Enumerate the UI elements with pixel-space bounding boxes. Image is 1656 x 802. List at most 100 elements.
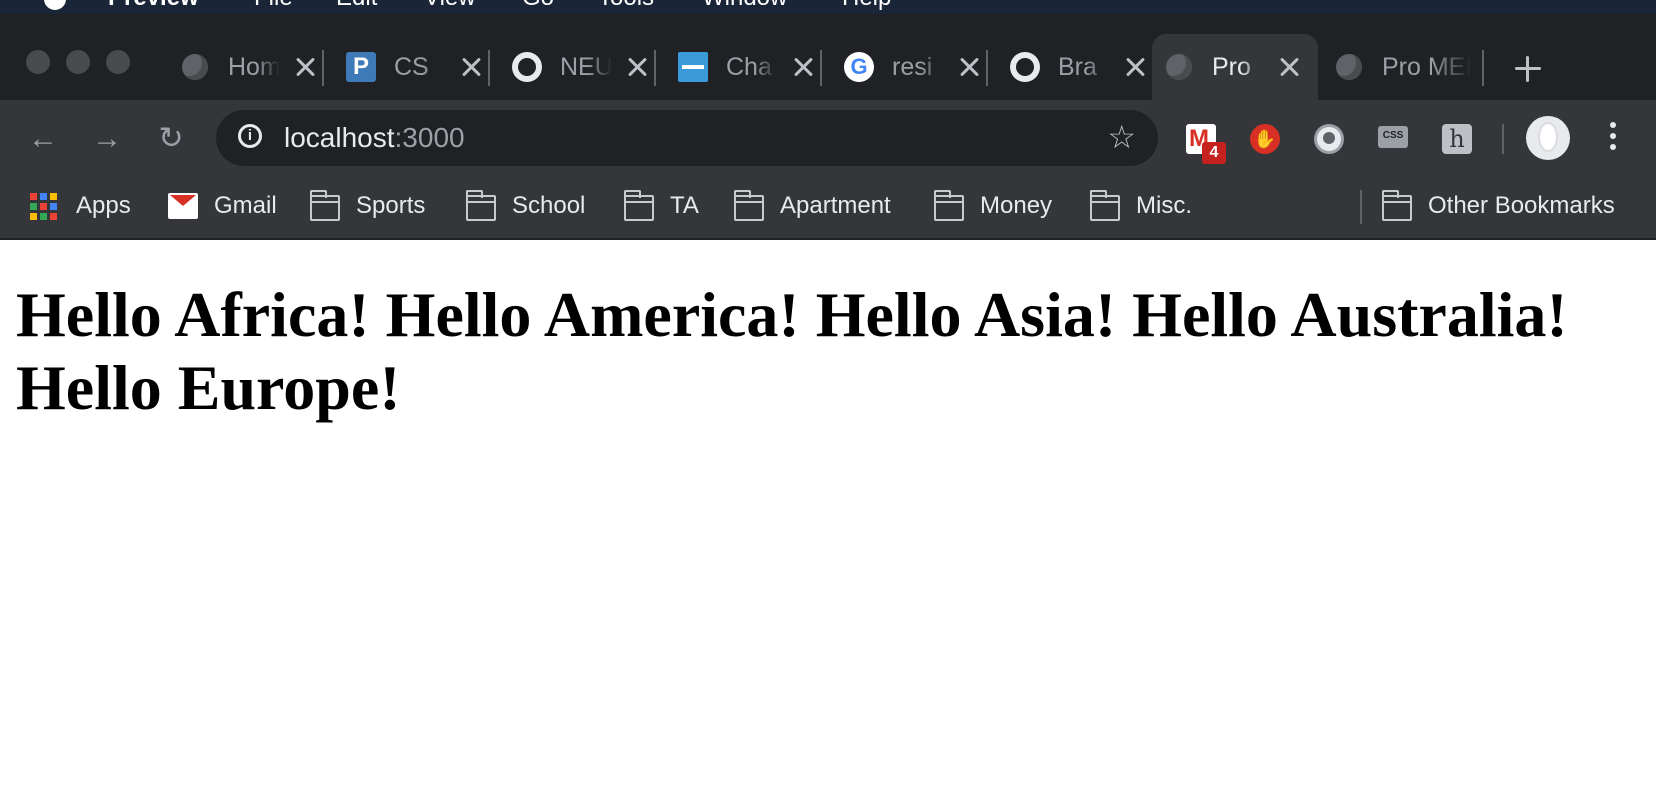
bookmark-label: Misc. [1136,192,1192,219]
bookmarks-bar: Apps Gmail Sports School TA Apartment Mo… [0,176,1656,240]
circle-extension-icon[interactable] [1314,124,1344,154]
profile-avatar[interactable] [1526,116,1570,160]
gmail-unread-badge: 4 [1202,142,1226,164]
bookmark-label: Gmail [214,192,277,219]
forward-arrow-icon[interactable]: → [90,122,124,156]
gmail-icon [168,193,198,219]
bookmark-folder-sports[interactable]: Sports [310,190,425,222]
minimize-window-button[interactable] [66,50,90,74]
zoom-window-button[interactable] [106,50,130,74]
tab-divider [654,50,656,86]
menu-file[interactable]: File [254,0,293,10]
bookmark-label: Apartment [780,192,891,219]
github-icon [1010,52,1040,82]
folder-icon [1090,190,1120,221]
tab-title: Home [228,52,280,81]
tab-close-icon[interactable] [460,56,482,78]
tab-close-icon[interactable] [1278,56,1300,78]
tab-charles[interactable]: Cha [666,34,832,100]
bookmark-folder-apartment[interactable]: Apartment [734,190,891,222]
globe-icon [1334,52,1364,82]
tab-pro-mei[interactable]: Pro MEI [1322,34,1488,100]
bookmark-gmail[interactable]: Gmail [168,190,277,222]
bookmark-other-bookmarks[interactable]: Other Bookmarks [1382,190,1615,222]
globe-icon [180,52,210,82]
bookmark-folder-school[interactable]: School [466,190,585,222]
menu-view[interactable]: View [424,0,476,10]
tab-close-icon[interactable] [792,56,814,78]
folder-icon [624,190,654,221]
tab-home[interactable]: Home [168,34,334,100]
folder-icon [734,190,764,221]
tab-bra[interactable]: Bra [998,34,1164,100]
tab-resi[interactable]: G resi [832,34,998,100]
tab-cs[interactable]: P CS [334,34,500,100]
tab-strip: Home P CS NEU Cha G resi [0,14,1656,100]
tab-title: Bra [1058,52,1097,81]
tab-pro-active[interactable]: Pro [1152,34,1318,100]
tab-close-icon[interactable] [294,56,316,78]
menu-go[interactable]: Go [522,0,554,10]
globe-icon [1164,52,1194,82]
piazza-icon: P [346,52,376,82]
toolbar-divider [1502,124,1504,154]
tab-title: Cha [726,52,772,81]
new-tab-plus-icon[interactable] [1513,54,1543,84]
charles-river-icon [678,52,708,82]
tab-title: Pro MEI [1382,52,1472,81]
browser-window: Home P CS NEU Cha G resi [0,14,1656,240]
tab-divider [986,50,988,86]
bookmark-label: School [512,192,586,219]
bookmark-folder-money[interactable]: Money [934,190,1052,222]
back-arrow-icon[interactable]: ← [26,122,60,156]
url-text[interactable]: localhost:3000 [284,122,465,154]
menu-tools[interactable]: Tools [598,0,654,10]
css-extension-icon[interactable]: CSS [1378,126,1408,148]
menu-help[interactable]: Help [842,0,891,10]
tab-divider [1482,50,1484,86]
tab-divider [820,50,822,86]
tab-divider [322,50,324,86]
bookmark-label: Apps [76,192,131,219]
tab-title: CS [394,52,429,81]
tab-close-icon[interactable] [958,56,980,78]
menu-kebab-icon[interactable] [1608,122,1618,154]
bookmark-apps[interactable]: Apps [30,190,131,222]
url-host: localhost [284,122,395,153]
menu-window[interactable]: Window [702,0,787,10]
honey-extension-icon[interactable]: h [1442,124,1472,154]
bookmark-star-icon[interactable]: ☆ [1107,120,1136,154]
adblock-hand-icon[interactable]: ✋ [1250,124,1280,154]
bookmarks-divider [1360,190,1362,224]
folder-icon [310,190,340,221]
bookmark-label: Money [980,192,1053,219]
menu-app-name[interactable]: Preview [108,0,199,10]
macos-menu-bar: Preview File Edit View Go Tools Window H… [0,0,1656,14]
tab-neu[interactable]: NEU [500,34,666,100]
folder-icon [1382,190,1412,221]
page-content: Hello Africa! Hello America! Hello Asia!… [16,278,1636,424]
info-icon[interactable]: i [238,124,262,148]
tab-divider [488,50,490,86]
bookmark-label: Other Bookmarks [1428,192,1615,219]
bookmark-label: Sports [356,192,426,219]
tab-title: Pro [1212,52,1251,81]
address-bar[interactable]: i localhost:3000 ☆ [216,110,1158,166]
url-port: :3000 [394,122,465,153]
gmail-extension-icon[interactable]: M 4 [1186,124,1226,164]
google-icon: G [844,52,874,82]
browser-toolbar: ← → ↻ i localhost:3000 ☆ M 4 ✋ CSS h [0,100,1656,176]
bookmark-label: TA [670,192,699,219]
folder-icon [934,190,964,221]
close-window-button[interactable] [26,50,50,74]
apple-logo-icon[interactable] [44,0,66,10]
bookmark-folder-misc[interactable]: Misc. [1090,190,1192,222]
apps-grid-icon [30,193,60,220]
tab-close-icon[interactable] [1124,56,1146,78]
reload-icon[interactable]: ↻ [154,122,188,156]
folder-icon [466,190,496,221]
page-heading: Hello Africa! Hello America! Hello Asia!… [16,279,1568,423]
tab-close-icon[interactable] [626,56,648,78]
menu-edit[interactable]: Edit [336,0,377,10]
bookmark-folder-ta[interactable]: TA [624,190,699,222]
